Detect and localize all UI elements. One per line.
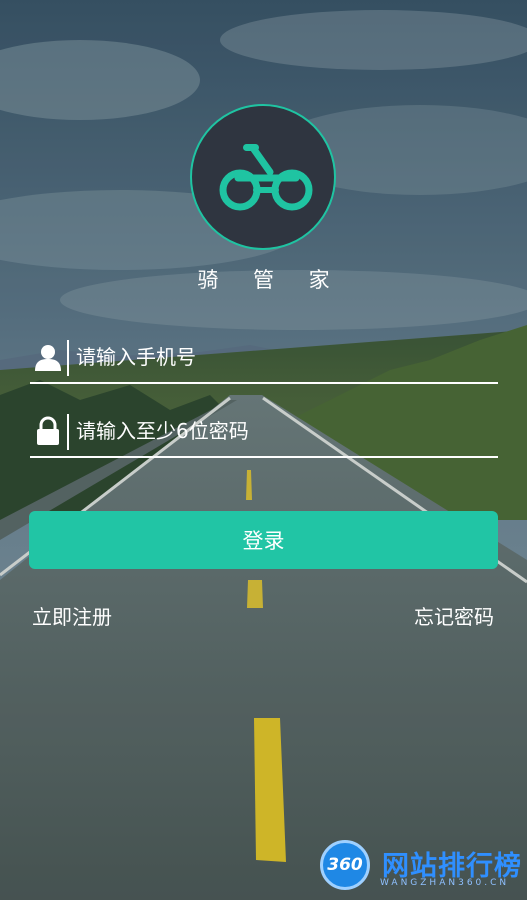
field-separator [67,340,69,376]
watermark-subtitle: WANGZHAN360.CN [380,878,510,888]
app-name: 骑 管 家 [197,268,344,292]
password-input[interactable] [76,412,486,450]
bicycle-icon [219,144,313,211]
field-separator [67,414,69,450]
watermark-badge: 360 [320,840,370,890]
forgot-password-link[interactable]: 忘记密码 [414,601,494,630]
register-link[interactable]: 立即注册 [32,601,112,630]
watermark: 360 网站排行榜 WANGZHAN360.CN [318,838,523,894]
app-logo [190,104,336,250]
login-button[interactable]: 登录 [29,511,498,569]
lock-icon [37,416,59,445]
phone-input[interactable] [76,338,486,376]
user-icon [35,345,61,371]
phone-field[interactable] [30,336,498,384]
password-field[interactable] [30,410,498,458]
